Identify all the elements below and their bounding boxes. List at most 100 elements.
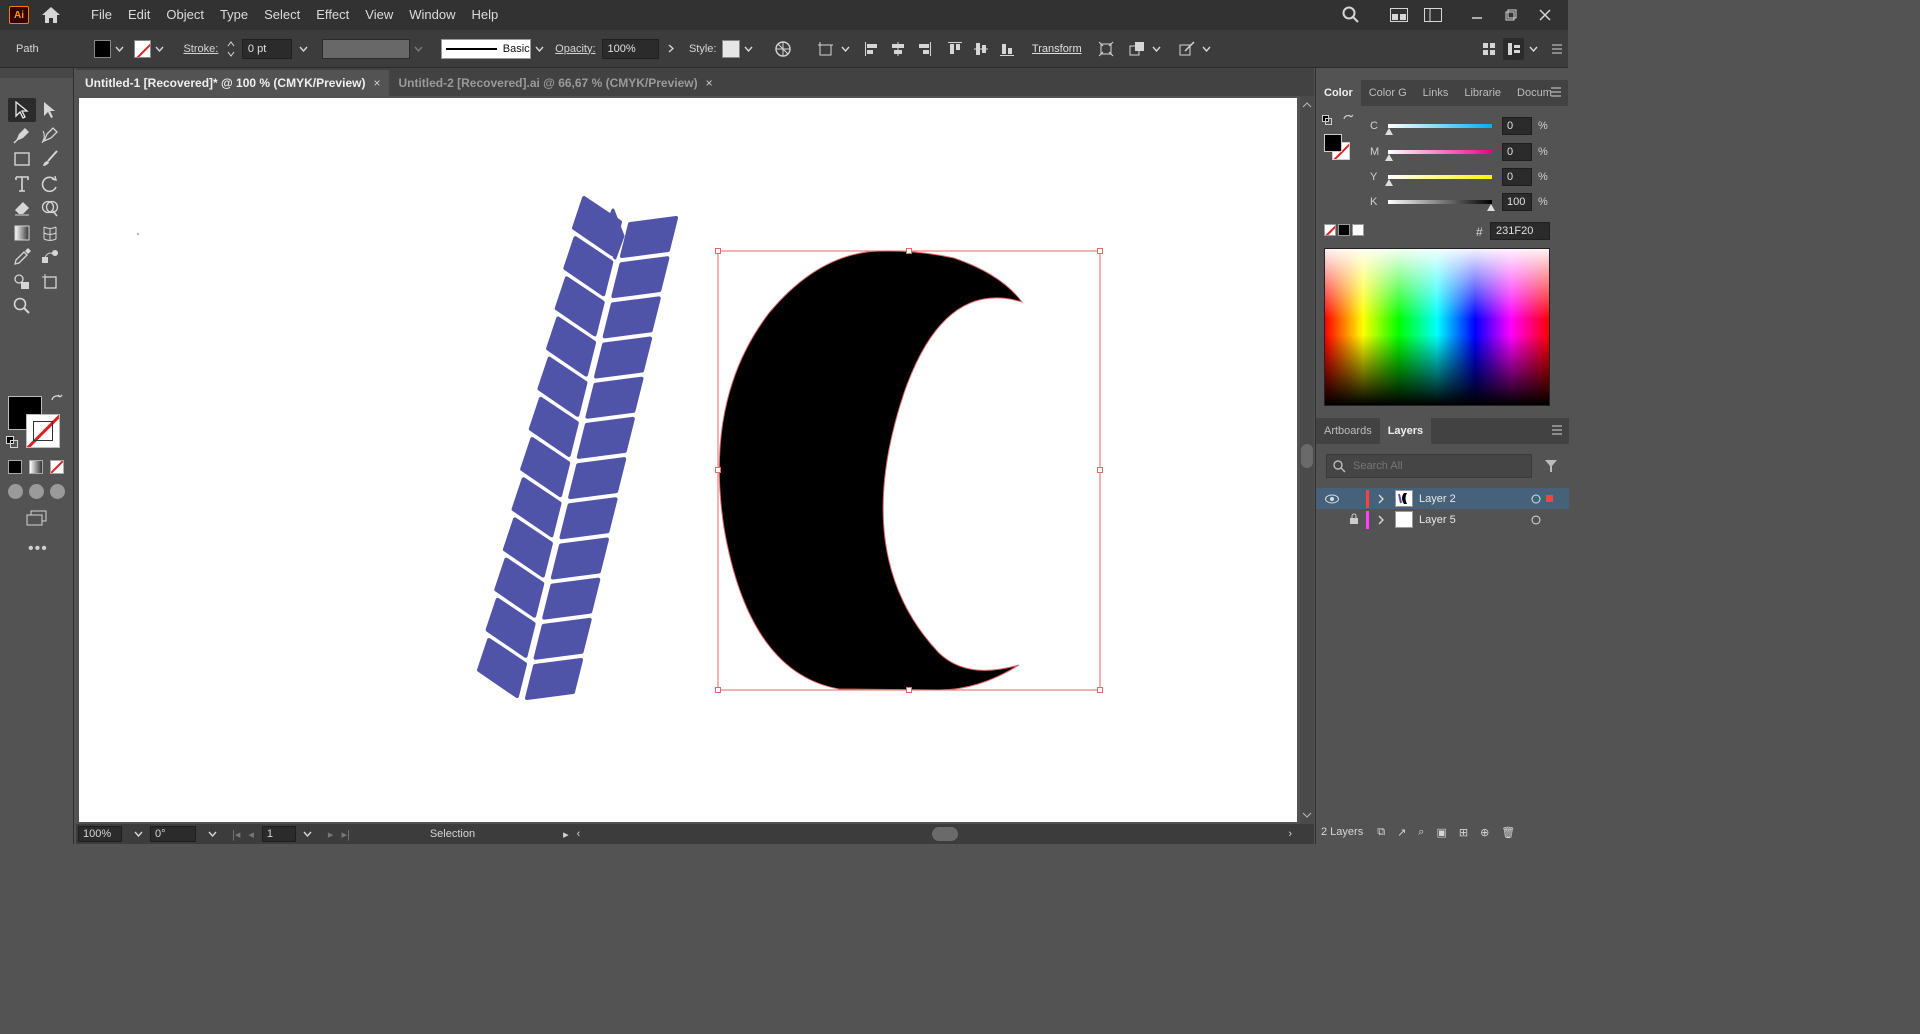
direct-selection-tool-icon[interactable] bbox=[36, 98, 64, 122]
tab-color-guide[interactable]: Color G bbox=[1361, 80, 1415, 106]
resize-handle[interactable] bbox=[1097, 248, 1103, 254]
draw-normal-icon[interactable] bbox=[8, 484, 23, 499]
tab-links[interactable]: Links bbox=[1415, 80, 1457, 106]
close-window-icon[interactable] bbox=[1534, 4, 1556, 26]
panel-fill-swatch[interactable] bbox=[1324, 134, 1342, 152]
color-spectrum[interactable] bbox=[1324, 248, 1550, 406]
menu-edit[interactable]: Edit bbox=[120, 0, 158, 30]
toolbar-grip[interactable] bbox=[0, 68, 73, 78]
vertical-scrollbar[interactable] bbox=[1300, 96, 1314, 824]
layer-row-layer-2[interactable]: Layer 2 bbox=[1316, 488, 1569, 509]
yellow-input[interactable]: 0 bbox=[1502, 168, 1532, 186]
tab-untitled-1[interactable]: Untitled-1 [Recovered]* @ 100 % (CMYK/Pr… bbox=[76, 70, 390, 96]
color-mode-icon[interactable] bbox=[8, 460, 22, 474]
new-layer-icon[interactable]: ⊕ bbox=[1480, 826, 1489, 839]
rotation-input[interactable]: 0° bbox=[150, 826, 196, 842]
resize-handle[interactable] bbox=[715, 467, 721, 473]
arrange-icon[interactable] bbox=[1127, 38, 1148, 60]
chevron-down-icon[interactable] bbox=[132, 828, 144, 840]
status-menu-icon[interactable]: ▸ bbox=[563, 828, 569, 841]
opacity-label[interactable]: Opacity: bbox=[555, 43, 595, 55]
cyan-slider[interactable] bbox=[1385, 124, 1492, 135]
resize-handle[interactable] bbox=[1097, 467, 1103, 473]
canvas-area[interactable] bbox=[76, 96, 1314, 824]
menu-object[interactable]: Object bbox=[158, 0, 212, 30]
filter-icon[interactable] bbox=[1544, 459, 1558, 476]
type-tool-icon[interactable] bbox=[8, 172, 36, 196]
panel-menu-icon[interactable] bbox=[1547, 38, 1568, 60]
artboard-tool-icon[interactable] bbox=[36, 270, 64, 294]
chevron-down-icon[interactable] bbox=[840, 43, 852, 55]
resize-handle[interactable] bbox=[715, 248, 721, 254]
brush-definition[interactable]: Basic bbox=[440, 38, 531, 59]
quick-actions-icon[interactable] bbox=[1176, 38, 1197, 60]
screen-mode-icon[interactable] bbox=[26, 510, 48, 529]
home-icon[interactable] bbox=[41, 5, 61, 25]
chevron-down-icon[interactable] bbox=[114, 43, 126, 55]
edit-toolbar-icon[interactable]: ••• bbox=[28, 540, 48, 558]
menu-type[interactable]: Type bbox=[212, 0, 256, 30]
recolor-artwork-icon[interactable] bbox=[772, 38, 793, 60]
locate-object-icon[interactable]: ⌕ bbox=[1418, 826, 1424, 839]
magenta-input[interactable]: 0 bbox=[1502, 143, 1532, 161]
stroke-swatch[interactable] bbox=[133, 39, 151, 58]
mesh-tool-icon[interactable] bbox=[36, 221, 64, 245]
pen-tool-icon[interactable] bbox=[8, 123, 36, 147]
last-artboard-icon[interactable]: ▸| bbox=[341, 828, 349, 841]
opacity-input[interactable]: 100% bbox=[601, 38, 660, 59]
chevron-down-icon[interactable] bbox=[1527, 43, 1539, 55]
grid-view-icon[interactable] bbox=[1478, 38, 1499, 60]
variable-width-profile[interactable] bbox=[321, 38, 411, 59]
chevron-right-icon[interactable] bbox=[665, 43, 677, 55]
search-icon[interactable] bbox=[1340, 4, 1362, 26]
stroke-weight-input[interactable]: 0 pt bbox=[241, 38, 293, 59]
resize-handle[interactable] bbox=[906, 687, 912, 693]
magenta-slider[interactable] bbox=[1385, 150, 1492, 161]
close-icon[interactable]: × bbox=[706, 76, 713, 90]
zoom-level-input[interactable]: 100% bbox=[78, 826, 122, 842]
restore-icon[interactable] bbox=[1500, 4, 1522, 26]
menu-view[interactable]: View bbox=[357, 0, 401, 30]
chevron-down-icon[interactable] bbox=[206, 828, 218, 840]
previous-artboard-icon[interactable]: ◂ bbox=[248, 828, 254, 841]
panel-menu-icon[interactable] bbox=[1550, 87, 1562, 100]
horizontal-scrollbar-thumb[interactable] bbox=[932, 827, 958, 841]
resize-handle[interactable] bbox=[1097, 687, 1103, 693]
none-mode-icon[interactable] bbox=[50, 460, 64, 474]
stroke-label[interactable]: Stroke: bbox=[183, 43, 218, 55]
chevron-down-icon[interactable] bbox=[1201, 43, 1213, 55]
scrollbar-thumb[interactable] bbox=[1301, 444, 1313, 468]
align-horizontal-center-icon[interactable] bbox=[887, 38, 908, 60]
chevron-down-icon[interactable] bbox=[743, 43, 755, 55]
paintbrush-tool-icon[interactable] bbox=[36, 147, 64, 171]
draw-inside-icon[interactable] bbox=[50, 484, 65, 499]
selected-art-indicator[interactable] bbox=[1546, 495, 1553, 502]
current-tool-label[interactable]: Selection bbox=[430, 828, 475, 840]
tab-libraries[interactable]: Librarie bbox=[1456, 80, 1509, 106]
menu-help[interactable]: Help bbox=[463, 0, 506, 30]
align-bottom-icon[interactable] bbox=[997, 38, 1018, 60]
layers-search-input[interactable]: Search All bbox=[1326, 454, 1532, 478]
black-input[interactable]: 100 bbox=[1502, 193, 1532, 211]
align-vertical-center-icon[interactable] bbox=[971, 38, 992, 60]
next-artboard-icon[interactable]: ▸ bbox=[328, 828, 334, 841]
gradient-mode-icon[interactable] bbox=[29, 460, 43, 474]
align-top-icon[interactable] bbox=[945, 38, 966, 60]
delete-layer-icon[interactable]: 🗑 bbox=[1501, 826, 1515, 839]
scroll-right-icon[interactable]: › bbox=[1288, 828, 1292, 840]
tire-tread-pattern[interactable] bbox=[477, 196, 678, 700]
fill-swatch[interactable] bbox=[93, 39, 111, 58]
hex-input[interactable]: 231F20 bbox=[1490, 222, 1550, 240]
tab-color[interactable]: Color bbox=[1316, 80, 1361, 106]
eraser-tool-icon[interactable] bbox=[8, 196, 36, 220]
layer-name[interactable]: Layer 2 bbox=[1419, 493, 1519, 505]
resize-handle[interactable] bbox=[906, 248, 912, 254]
gradient-tool-icon[interactable] bbox=[8, 221, 36, 245]
white-swatch[interactable] bbox=[1352, 224, 1364, 236]
black-swatch[interactable] bbox=[1338, 224, 1350, 236]
artboard-number-input[interactable]: 1 bbox=[261, 826, 296, 842]
swap-fill-stroke-icon[interactable] bbox=[50, 394, 64, 411]
isolate-icon[interactable] bbox=[1096, 38, 1117, 60]
menu-file[interactable]: File bbox=[83, 0, 120, 30]
resize-handle[interactable] bbox=[715, 687, 721, 693]
